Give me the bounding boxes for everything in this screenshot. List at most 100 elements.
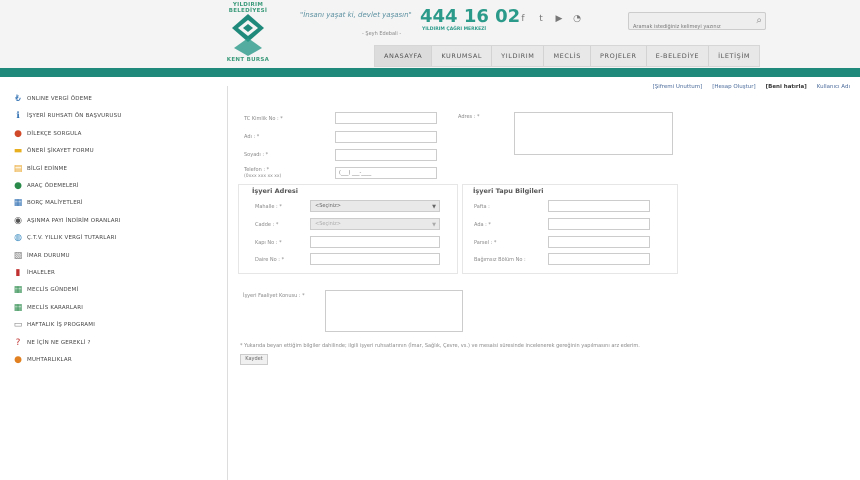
declaration-note: * Yukarıda beyan ettiğim bilgiler dahili…: [240, 343, 640, 349]
activity-textarea[interactable]: [325, 290, 463, 332]
info-icon: ℹ: [16, 111, 20, 122]
youtube-icon[interactable]: ▶: [554, 14, 564, 24]
sidebar-item-label: ÖNERİ ŞİKAYET FORMU: [27, 148, 94, 155]
sidebar-item[interactable]: ◉ AŞINMA PAYI İNDİRİM ORANLARI: [12, 214, 121, 228]
nav-anasayfa[interactable]: ANASAYFA: [375, 46, 433, 66]
sidebar-item[interactable]: ▧ İMAR DURUMU: [12, 249, 70, 263]
people-icon: ●: [14, 355, 22, 365]
sidebar-item-label: MECLİS GÜNDEMİ: [27, 287, 79, 294]
map-icon: ▧: [13, 250, 23, 261]
surname-input[interactable]: [335, 149, 437, 161]
sidebar-item[interactable]: ▮ İHALELER: [12, 266, 55, 280]
call-center-label: YILDIRIM ÇAĞRI MERKEZİ: [422, 27, 487, 32]
search-icon[interactable]: ⌕: [756, 15, 762, 26]
sidebar-item[interactable]: ▦ MECLİS KARARLARI: [12, 301, 83, 315]
sidebar-item[interactable]: ● DİLEKÇE SORGULA: [12, 127, 82, 141]
municipality-logo[interactable]: YILDIRIM BELEDİYESİ KENT BURSA: [218, 2, 278, 64]
chevron-down-icon: ▼: [432, 204, 436, 210]
sidebar-item-label: Ç.T.V. YILLIK VERGİ TUTARLARI: [27, 235, 117, 242]
tc-label: TC Kimlik No : *: [244, 116, 283, 122]
independent-unit-input[interactable]: [548, 253, 650, 265]
sidebar-item-label: AŞINMA PAYI İNDİRİM ORANLARI: [27, 217, 121, 224]
name-label: Adı : *: [244, 134, 260, 140]
phone-label: Telefon : *: [244, 167, 270, 173]
document-icon: ▤: [13, 163, 23, 174]
twitter-icon[interactable]: t: [536, 14, 546, 24]
independent-unit-label: Bağımsız Bölüm No :: [474, 257, 526, 263]
account-links: [Şifremi Unuttum] [Hesap Oluştur] [Beni …: [653, 84, 850, 90]
site-header: YILDIRIM BELEDİYESİ KENT BURSA "İnsanı y…: [0, 0, 860, 68]
neighborhood-value: <Seçiniz>: [315, 203, 341, 209]
logo-text: YILDIRIM BELEDİYESİ: [228, 2, 268, 14]
facebook-icon[interactable]: f: [518, 14, 528, 24]
remember-me-link[interactable]: [Beni hatırla]: [766, 84, 807, 90]
section-label: Pafta :: [474, 204, 490, 210]
parcel-label: Parsel : *: [474, 240, 497, 246]
activity-label: İşyeri Faaliyet Konusu : *: [243, 293, 305, 299]
person-icon: ●: [14, 181, 22, 191]
deed-info-title: İşyeri Tapu Bilgileri: [473, 187, 544, 195]
nav-kurumsal[interactable]: KURUMSAL: [432, 46, 493, 66]
block-label: Ada : *: [474, 222, 491, 228]
social-links: f t ▶ ◔: [518, 14, 582, 24]
sidebar-item-label: BORÇ MALİYETLERİ: [27, 200, 83, 207]
tl-icon: ₺: [15, 94, 21, 104]
sidebar-item-label: MECLİS KARARLARI: [27, 304, 84, 311]
sidebar-item[interactable]: ▦ MECLİS GÜNDEMİ: [12, 283, 78, 297]
name-input[interactable]: [335, 131, 437, 143]
sidebar-item-label: ARAÇ ÖDEMELERİ: [27, 183, 79, 189]
sidebar-item[interactable]: ● ARAÇ ÖDEMELERİ: [12, 179, 79, 193]
sidebar-item-label: MUHTARLIKLAR: [27, 357, 72, 363]
flat-number-input[interactable]: [310, 253, 440, 265]
sidebar-item-label: İŞYERİ RUHSATI ÖN BAŞVURUSU: [27, 113, 122, 120]
main-nav: ANASAYFA KURUMSAL YILDIRIM MECLİS PROJEL…: [374, 45, 761, 67]
nav-meclis[interactable]: MECLİS: [544, 46, 591, 66]
username-label: Kullanıcı Adı: [816, 84, 850, 90]
nav-projeler[interactable]: PROJELER: [591, 46, 647, 66]
block-input[interactable]: [548, 218, 650, 230]
sidebar-item[interactable]: ℹ İŞYERİ RUHSATI ÖN BAŞVURUSU: [12, 109, 122, 123]
create-account-link[interactable]: [Hesap Oluştur]: [712, 84, 755, 90]
call-center-phone: 444 16 02: [420, 6, 521, 27]
neighborhood-select[interactable]: <Seçiniz> ▼: [310, 200, 440, 212]
search-input[interactable]: [629, 19, 747, 35]
nav-e-belediye[interactable]: E-BELEDİYE: [647, 46, 710, 66]
save-button[interactable]: Kaydet: [240, 354, 268, 365]
tc-input[interactable]: [335, 112, 437, 124]
parcel-input[interactable]: [548, 236, 650, 248]
header-divider: [0, 68, 860, 77]
logo-sub-text: KENT BURSA: [226, 57, 270, 63]
door-number-label: Kapı No : *: [255, 240, 282, 246]
phone-input[interactable]: (___) ___-____: [335, 167, 437, 179]
sidebar-item[interactable]: ◍ Ç.T.V. YILLIK VERGİ TUTARLARI: [12, 231, 116, 245]
rss-icon[interactable]: ◔: [572, 14, 582, 24]
grid-icon: ▦: [13, 285, 23, 296]
nav-yildirim[interactable]: YILDIRIM: [492, 46, 545, 66]
globe-icon: ◍: [14, 233, 22, 244]
sidebar-item[interactable]: ₺ ONLINE VERGİ ÖDEME: [12, 92, 92, 106]
sidebar-item[interactable]: ● MUHTARLIKLAR: [12, 353, 72, 367]
table-icon: ▦: [13, 198, 23, 209]
sidebar-item[interactable]: ? NE İÇİN NE GEREKLİ ?: [12, 336, 91, 350]
sidebar-item[interactable]: ▤ BİLGİ EDİNME: [12, 162, 67, 176]
search-box: ⌕: [628, 12, 766, 35]
forgot-password-link[interactable]: [Şifremi Unuttum]: [653, 84, 703, 90]
street-value: <Seçiniz>: [315, 221, 341, 227]
section-input[interactable]: [548, 200, 650, 212]
address-label: Adres : *: [458, 114, 480, 120]
chevron-down-icon: ▼: [432, 222, 436, 228]
sidebar-item-label: ONLINE VERGİ ÖDEME: [27, 96, 93, 102]
folder-icon: ▬: [13, 146, 23, 157]
address-textarea[interactable]: [514, 112, 673, 155]
door-number-input[interactable]: [310, 236, 440, 248]
flat-number-label: Daire No : *: [255, 257, 285, 263]
sidebar-item[interactable]: ▬ ÖNERİ ŞİKAYET FORMU: [12, 144, 94, 158]
street-select[interactable]: <Seçiniz> ▼: [310, 218, 440, 230]
book-icon: ▮: [15, 268, 21, 278]
sidebar-item-label: DİLEKÇE SORGULA: [27, 130, 82, 137]
sidebar-item[interactable]: ▭ HAFTALIK İŞ PROGRAMI: [12, 318, 95, 332]
nav-iletisim[interactable]: İLETİŞİM: [709, 46, 759, 66]
sidebar-item[interactable]: ▦ BORÇ MALİYETLERİ: [12, 196, 83, 210]
spreadsheet-icon: ▦: [13, 302, 23, 313]
sidebar: ₺ ONLINE VERGİ ÖDEME ℹ İŞYERİ RUHSATI ÖN BA…: [0, 86, 228, 480]
